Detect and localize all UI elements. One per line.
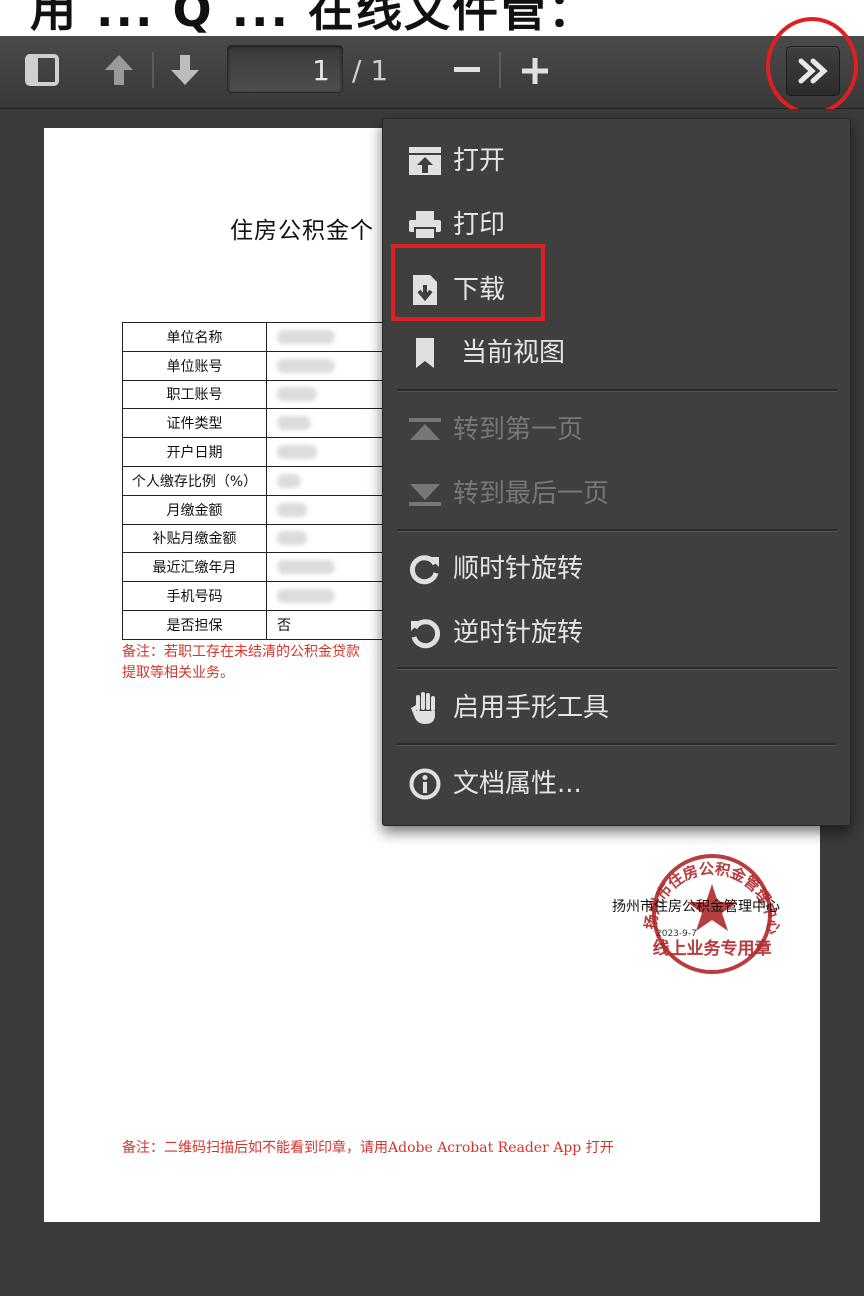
menu-item-label: 启用手形工具 — [453, 693, 610, 723]
table-row: 证件类型 — [122, 408, 392, 439]
rotate-ccw-icon — [407, 615, 443, 651]
document-title: 住房公积金个 — [230, 218, 374, 244]
menu-separator — [397, 389, 837, 392]
menu-item-hand-tool[interactable]: 启用手形工具 — [383, 678, 850, 738]
remark-line: 提取等相关业务。 — [122, 665, 234, 681]
row-label: 单位账号 — [122, 350, 267, 381]
menu-separator — [397, 743, 837, 746]
redacted-value — [277, 445, 317, 460]
menu-separator — [397, 529, 837, 532]
row-label: 是否担保 — [122, 609, 267, 640]
menu-item-first-page[interactable]: 转到第一页 — [383, 400, 850, 460]
page-total-label: / 1 — [352, 54, 389, 87]
stamp-date: 2023-9-7 — [656, 929, 697, 939]
menu-item-label: 转到最后一页 — [453, 479, 610, 509]
row-value — [266, 494, 392, 525]
redacted-value — [277, 387, 317, 402]
row-value — [266, 350, 392, 381]
hand-icon — [407, 690, 443, 726]
redacted-value — [277, 329, 335, 344]
row-value — [266, 552, 392, 583]
menu-item-label: 当前视图 — [461, 338, 566, 368]
redacted-value — [277, 358, 335, 373]
redacted-value — [277, 416, 311, 431]
redacted-value — [277, 560, 335, 575]
menu-item-last-page[interactable]: 转到最后一页 — [383, 464, 850, 524]
first-page-icon — [407, 412, 443, 448]
highlight-box — [391, 244, 545, 321]
remark-note: 备注：若职工存在未结清的公积金贷款 提取等相关业务。 — [122, 642, 360, 684]
table-row: 是否担保否 — [122, 609, 392, 640]
row-label: 手机号码 — [122, 581, 267, 611]
row-value — [266, 379, 392, 410]
redacted-value — [277, 531, 307, 546]
table-row: 单位名称 — [122, 322, 392, 352]
row-label: 最近汇缴年月 — [122, 552, 267, 583]
print-icon — [407, 207, 443, 243]
redacted-value — [277, 473, 301, 488]
last-page-icon — [407, 476, 443, 512]
row-label: 证件类型 — [122, 408, 267, 439]
row-value — [266, 581, 392, 611]
table-row: 职工账号 — [122, 379, 392, 410]
redacted-value — [277, 502, 307, 517]
zoom-out-icon[interactable] — [452, 52, 482, 88]
table-row: 单位账号 — [122, 350, 392, 381]
menu-item-open[interactable]: 打开 — [383, 131, 850, 191]
table-row: 手机号码 — [122, 581, 392, 611]
menu-item-label: 打印 — [453, 210, 506, 240]
row-label: 职工账号 — [122, 379, 267, 410]
table-row: 最近汇缴年月 — [122, 552, 392, 583]
table-row: 开户日期 — [122, 437, 392, 467]
menu-separator — [397, 667, 837, 670]
seal-bottom-text: 线上业务专用章 — [653, 938, 772, 959]
row-label: 单位名称 — [122, 322, 267, 352]
info-icon — [407, 766, 443, 802]
toolbar-divider — [152, 52, 154, 88]
table-row: 补贴月缴金额 — [122, 523, 392, 554]
row-value — [266, 322, 392, 352]
page-number-input[interactable]: 1 — [227, 45, 343, 93]
row-value: 否 — [266, 609, 392, 640]
menu-item-rotate-counterclockwise[interactable]: 逆时针旋转 — [383, 603, 850, 663]
menu-item-label: 顺时针旋转 — [453, 554, 584, 584]
row-label: 月缴金额 — [122, 494, 267, 525]
caption-text: 用 ... Q ... 在线文件管： — [30, 0, 597, 36]
zoom-in-icon[interactable] — [520, 54, 550, 88]
row-value — [266, 523, 392, 554]
tools-menu: 打开 打印 下载 当前视图 转到第一页 转到最后一页 顺时针旋转 逆时针旋转 启… — [382, 118, 851, 826]
rotate-cw-icon — [407, 551, 443, 587]
row-value — [266, 465, 392, 496]
row-label: 个人缴存比例（%） — [122, 465, 267, 496]
caption-strip: 用 ... Q ... 在线文件管： — [0, 0, 864, 36]
bookmark-icon — [407, 335, 443, 371]
table-row: 月缴金额 — [122, 494, 392, 525]
menu-item-document-properties[interactable]: 文档属性... — [383, 754, 850, 814]
open-icon — [407, 143, 443, 179]
menu-item-label: 逆时针旋转 — [453, 618, 584, 648]
row-label: 开户日期 — [122, 437, 267, 467]
previous-page-icon[interactable] — [102, 52, 136, 88]
table-row: 个人缴存比例（%） — [122, 465, 392, 496]
menu-item-label: 打开 — [453, 146, 506, 176]
row-label: 补贴月缴金额 — [122, 523, 267, 554]
menu-item-label: 转到第一页 — [453, 415, 584, 445]
toolbar-divider — [499, 52, 501, 88]
bottom-remark: 备注：二维码扫描后如不能看到印章，请用Adobe Acrobat Reader … — [122, 1140, 614, 1156]
row-value — [266, 408, 392, 439]
menu-item-rotate-clockwise[interactable]: 顺时针旋转 — [383, 539, 850, 599]
remark-line: 备注：若职工存在未结清的公积金贷款 — [122, 644, 360, 660]
next-page-icon[interactable] — [168, 52, 202, 88]
sidebar-toggle-icon[interactable] — [24, 52, 60, 88]
menu-item-current-view[interactable]: 当前视图 — [383, 323, 850, 383]
row-value — [266, 437, 392, 467]
highlight-circle — [766, 17, 858, 115]
redacted-value — [277, 589, 335, 604]
info-table: 单位名称 单位账号 职工账号 证件类型 开户日期 个人缴存比例（%） 月缴金额 … — [122, 322, 392, 640]
stamp-organization: 扬州市住房公积金管理中心 — [612, 899, 780, 915]
menu-item-label: 文档属性... — [453, 769, 582, 799]
